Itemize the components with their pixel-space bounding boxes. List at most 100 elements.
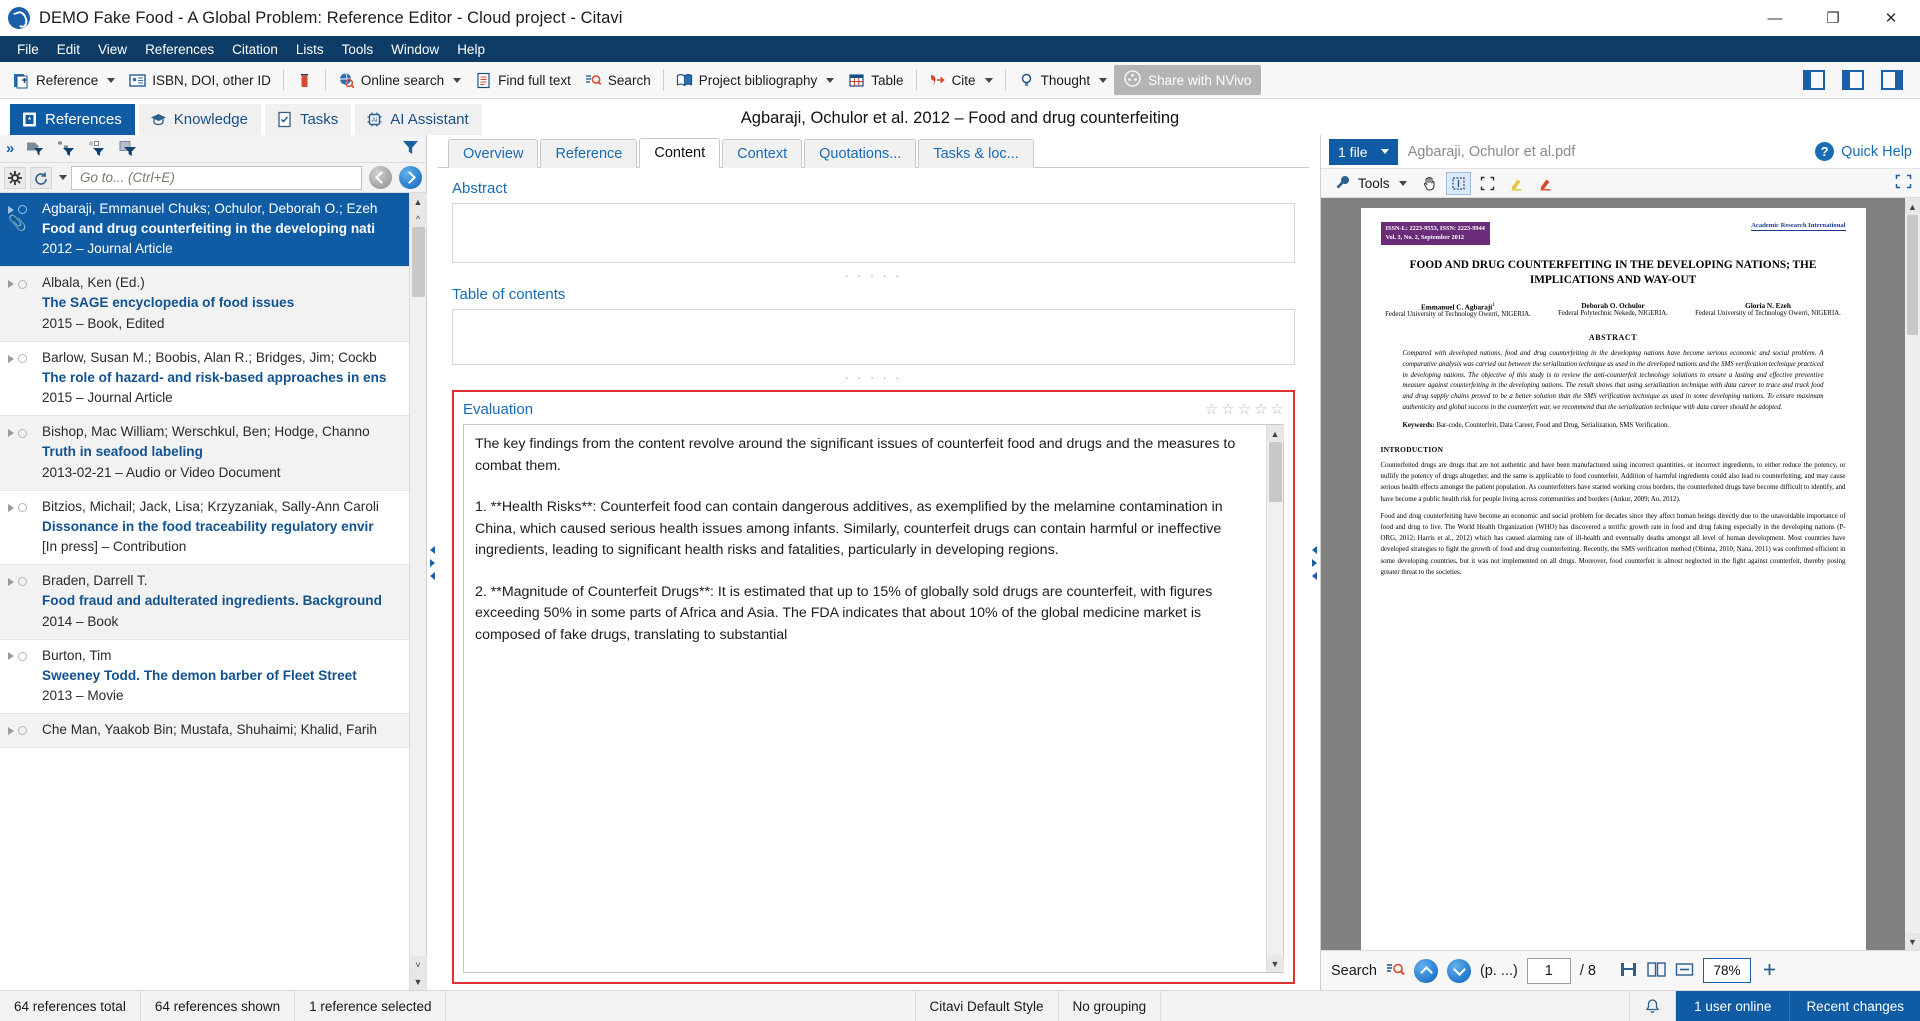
isbn-doi-button[interactable]: ISBN, DOI, other ID	[122, 69, 278, 92]
expand-triangle-icon[interactable]	[8, 652, 14, 660]
menu-references[interactable]: References	[136, 39, 223, 60]
online-search-button[interactable]: Online search	[331, 69, 468, 92]
reference-title[interactable]: Truth in seafood labeling	[42, 442, 401, 462]
table-row[interactable]: Albala, Ken (Ed.) The SAGE encyclopedia …	[0, 267, 409, 341]
goto-input[interactable]: Go to... (Ctrl+E)	[71, 166, 362, 190]
chevron-down-icon[interactable]	[1099, 78, 1107, 83]
filter-by-keyword-icon[interactable]	[26, 140, 45, 157]
tab-tasks-locations[interactable]: Tasks & loc...	[918, 139, 1033, 168]
chevron-down-icon[interactable]	[1381, 149, 1389, 154]
toggle-center-pane-button[interactable]	[1835, 67, 1871, 93]
expand-triangle-icon[interactable]	[8, 355, 14, 363]
file-selector-button[interactable]: 1 file	[1329, 139, 1398, 165]
table-row[interactable]: Barlow, Susan M.; Boobis, Alan R.; Bridg…	[0, 342, 409, 416]
highlight-yellow-button[interactable]	[1504, 172, 1529, 195]
nav-forward-button[interactable]	[399, 166, 422, 189]
table-row[interactable]: Bitzios, Michail; Jack, Lisa; Krzyzaniak…	[0, 491, 409, 565]
expand-triangle-icon[interactable]	[8, 206, 14, 214]
status-recent-changes[interactable]: Recent changes	[1789, 991, 1920, 1021]
pdf-scroll-up-button[interactable]: ▲	[1905, 198, 1920, 215]
cite-button[interactable]: Cite	[922, 69, 1000, 92]
pan-hand-tool-button[interactable]	[1417, 172, 1442, 195]
settings-gear-icon[interactable]	[4, 167, 26, 189]
pdf-tools-button[interactable]: Tools	[1329, 173, 1413, 194]
expand-triangle-icon[interactable]	[8, 727, 14, 735]
status-users-online[interactable]: 1 user online	[1676, 991, 1789, 1021]
eval-scroll-down-button[interactable]: ▼	[1267, 955, 1284, 972]
menu-view[interactable]: View	[89, 39, 136, 60]
highlight-red-button[interactable]	[1533, 172, 1558, 195]
quick-help-button[interactable]: ? Quick Help	[1815, 142, 1912, 161]
select-area-tool-button[interactable]	[1475, 172, 1500, 195]
tab-content[interactable]: Content	[639, 138, 720, 168]
abstract-field[interactable]	[452, 203, 1295, 263]
star-1-icon[interactable]: ☆	[1205, 400, 1218, 418]
find-full-text-button[interactable]: Find full text	[468, 69, 578, 92]
pdf-scrollbar[interactable]: ▲ ▼	[1905, 198, 1920, 950]
chevron-down-icon[interactable]	[59, 175, 67, 180]
tab-overview[interactable]: Overview	[448, 139, 538, 168]
thought-button[interactable]: Thought	[1011, 69, 1115, 92]
new-reference-button[interactable]: Reference	[6, 69, 122, 92]
status-citation-style[interactable]: Citavi Default Style	[916, 991, 1059, 1021]
maximize-button[interactable]: ❐	[1804, 0, 1862, 36]
filter-by-category-icon[interactable]	[57, 140, 76, 157]
expand-toolbar-icon[interactable]: »	[6, 140, 14, 157]
zoom-out-icon[interactable]	[1675, 961, 1694, 981]
fullscreen-icon[interactable]	[1895, 174, 1912, 193]
close-button[interactable]: ✕	[1862, 0, 1920, 36]
table-row[interactable]: Bishop, Mac William; Werschkul, Ben; Hod…	[0, 416, 409, 490]
pdf-search-label[interactable]: Search	[1331, 963, 1377, 979]
project-bibliography-button[interactable]: Project bibliography	[669, 69, 842, 92]
table-row[interactable]: Burton, Tim Sweeney Todd. The demon barb…	[0, 640, 409, 714]
pdf-scroll-thumb[interactable]	[1907, 215, 1918, 335]
menu-citation[interactable]: Citation	[223, 39, 287, 60]
notifications-bell-icon[interactable]	[1630, 991, 1676, 1021]
menu-edit[interactable]: Edit	[48, 39, 89, 60]
filter-by-selection-icon[interactable]	[119, 140, 138, 157]
table-row[interactable]: Che Man, Yaakob Bin; Mustafa, Shuhaimi; …	[0, 714, 409, 748]
table-button[interactable]: Table	[841, 69, 910, 92]
scroll-top-button[interactable]: ▲	[410, 193, 427, 210]
previous-match-button[interactable]	[1414, 959, 1438, 983]
star-5-icon[interactable]: ☆	[1271, 400, 1284, 418]
reference-title[interactable]: Dissonance in the food traceability regu…	[42, 517, 401, 537]
tab-references[interactable]: References	[10, 104, 135, 135]
pdf-scroll-down-button[interactable]: ▼	[1905, 933, 1920, 950]
tab-tasks[interactable]: Tasks	[265, 104, 351, 135]
chevron-down-icon[interactable]	[1399, 181, 1407, 186]
eval-scroll-up-button[interactable]: ▲	[1267, 425, 1284, 442]
toggle-right-pane-button[interactable]	[1874, 67, 1910, 93]
menu-lists[interactable]: Lists	[287, 39, 333, 60]
reference-title[interactable]: Sweeney Todd. The demon barber of Fleet …	[42, 666, 401, 686]
status-grouping[interactable]: No grouping	[1059, 991, 1162, 1021]
next-match-button[interactable]	[1447, 959, 1471, 983]
refresh-settings-icon[interactable]	[30, 167, 52, 189]
menu-help[interactable]: Help	[448, 39, 494, 60]
menu-file[interactable]: File	[8, 39, 48, 60]
save-pdf-icon[interactable]	[1619, 961, 1638, 981]
page-number-input[interactable]: 1	[1527, 958, 1571, 984]
star-3-icon[interactable]: ☆	[1238, 400, 1251, 418]
expand-triangle-icon[interactable]	[8, 504, 14, 512]
reference-title[interactable]: Food fraud and adulterated ingredients. …	[42, 591, 401, 611]
chevron-down-icon[interactable]	[985, 78, 993, 83]
toc-field[interactable]	[452, 309, 1295, 365]
zoom-level-input[interactable]: 78%	[1703, 958, 1751, 983]
pdf-viewport[interactable]: ISSN-L: 2223-9553, ISSN: 2223-9944 Vol. …	[1321, 198, 1920, 950]
minimize-button[interactable]: —	[1746, 0, 1804, 36]
rating-stars[interactable]: ☆ ☆ ☆ ☆ ☆	[1205, 400, 1284, 418]
delete-button[interactable]	[289, 69, 320, 92]
scroll-up-button[interactable]: ^	[410, 210, 427, 227]
chevron-down-icon[interactable]	[826, 78, 834, 83]
star-4-icon[interactable]: ☆	[1254, 400, 1267, 418]
evaluation-textarea[interactable]: The key findings from the content revolv…	[464, 425, 1266, 972]
scroll-thumb[interactable]	[412, 227, 425, 297]
tab-ai-assistant[interactable]: Ai AI Assistant	[355, 104, 481, 135]
search-button[interactable]: Search	[578, 69, 658, 92]
splitter-left[interactable]	[427, 135, 438, 990]
table-row[interactable]: Braden, Darrell T. Food fraud and adulte…	[0, 565, 409, 639]
pdf-search-icon[interactable]	[1386, 961, 1405, 981]
menu-window[interactable]: Window	[382, 39, 448, 60]
expand-triangle-icon[interactable]	[8, 429, 14, 437]
